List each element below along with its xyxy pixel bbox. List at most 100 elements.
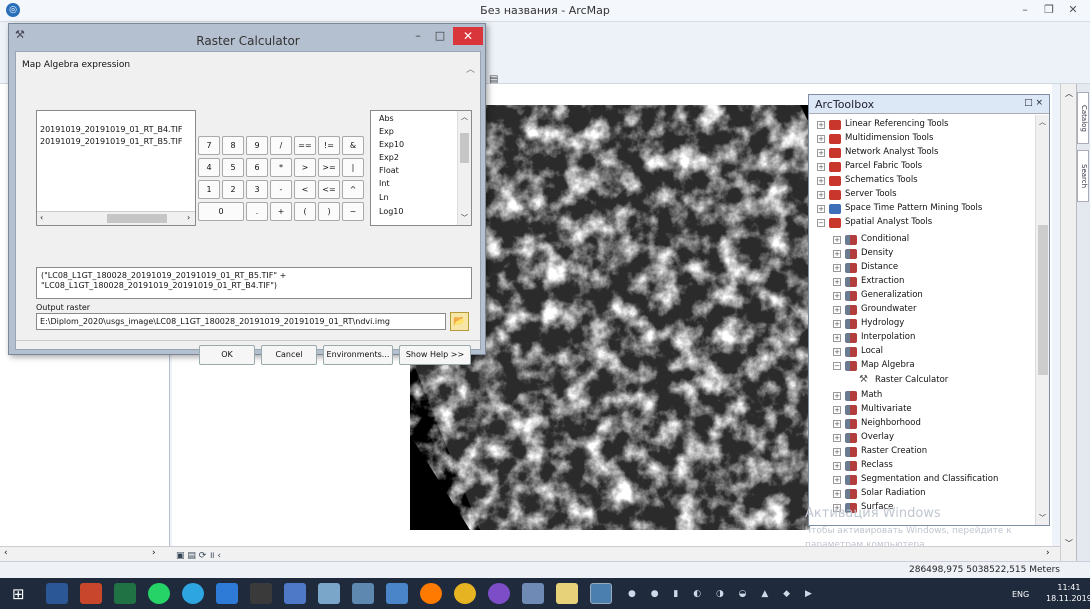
scroll-right-icon[interactable]: ›: [152, 548, 156, 558]
expand-icon[interactable]: +: [833, 448, 841, 456]
outlook-icon[interactable]: [216, 583, 238, 604]
system-tray-icons[interactable]: ● ● ▮ ◐ ◑ ◒ ▲ ◆ ▶: [628, 589, 818, 599]
toolset-item[interactable]: Density: [861, 248, 893, 258]
calc-button[interactable]: 8: [222, 136, 244, 155]
toolset-item[interactable]: Distance: [861, 262, 898, 272]
toolbox-item[interactable]: Linear Referencing Tools: [845, 119, 948, 129]
function-item[interactable]: Float: [379, 166, 399, 175]
toolset-item[interactable]: Conditional: [861, 234, 909, 244]
app-icon[interactable]: [352, 583, 374, 604]
calc-button[interactable]: .: [246, 202, 268, 221]
restore-icon[interactable]: ❐: [1038, 2, 1060, 18]
calc-button[interactable]: >=: [318, 158, 340, 177]
tool-item-raster-calculator[interactable]: Raster Calculator: [875, 375, 948, 385]
file-explorer-icon[interactable]: [556, 583, 578, 604]
expand-icon[interactable]: +: [833, 490, 841, 498]
map-vertical-scrollbar[interactable]: ︿ ﹀: [1060, 84, 1076, 561]
function-item[interactable]: Ln: [379, 193, 389, 202]
expand-icon[interactable]: +: [833, 434, 841, 442]
expand-icon[interactable]: +: [833, 320, 841, 328]
calc-button[interactable]: >: [294, 158, 316, 177]
toolset-item[interactable]: Local: [861, 346, 883, 356]
browse-folder-icon[interactable]: 📂: [450, 312, 469, 331]
layer-item[interactable]: 20191019_20191019_01_RT_B5.TIF: [40, 137, 182, 146]
calc-button[interactable]: &: [342, 136, 364, 155]
toolset-item[interactable]: Reclass: [861, 460, 893, 470]
toolset-item[interactable]: Raster Creation: [861, 446, 927, 456]
expand-icon[interactable]: +: [817, 135, 825, 143]
toolset-item[interactable]: Generalization: [861, 290, 923, 300]
calc-button[interactable]: 0: [198, 202, 244, 221]
expand-icon[interactable]: +: [833, 462, 841, 470]
toolset-item[interactable]: Groundwater: [861, 304, 916, 314]
toolset-item[interactable]: Segmentation and Classification: [861, 474, 998, 484]
scroll-up-icon[interactable]: ︿: [1065, 88, 1073, 99]
scroll-thumb[interactable]: [460, 133, 469, 163]
scroll-right-icon[interactable]: ›: [1046, 548, 1050, 558]
toolbox-item[interactable]: Server Tools: [845, 189, 897, 199]
function-item[interactable]: Exp2: [379, 153, 399, 162]
calc-button[interactable]: ): [318, 202, 340, 221]
cancel-button[interactable]: Cancel: [261, 345, 317, 365]
scroll-left-icon[interactable]: ‹: [40, 213, 43, 222]
toolset-item[interactable]: Interpolation: [861, 332, 915, 342]
expand-icon[interactable]: +: [833, 278, 841, 286]
calc-button[interactable]: (: [294, 202, 316, 221]
viber-icon[interactable]: [488, 583, 510, 604]
search-tab[interactable]: Search: [1077, 150, 1089, 202]
close-icon[interactable]: ✕: [1062, 2, 1084, 18]
arctoolbox-scrollbar[interactable]: ︿ ﹀: [1035, 115, 1049, 525]
arcmap-taskbar-icon[interactable]: [590, 583, 612, 604]
collapse-icon[interactable]: −: [833, 362, 841, 370]
calc-button[interactable]: 6: [246, 158, 268, 177]
scroll-down-icon[interactable]: ﹀: [1039, 513, 1046, 523]
output-raster-input[interactable]: E:\Diplom_2020\usgs_image\LC08_L1GT_1800…: [36, 313, 446, 330]
expand-icon[interactable]: +: [817, 149, 825, 157]
scroll-down-icon[interactable]: ﹀: [461, 213, 468, 223]
expand-icon[interactable]: +: [833, 392, 841, 400]
map-horizontal-scrollbar[interactable]: ‹ › ▣ ▤ ⟳ ॥ ‹ ›: [0, 546, 1060, 561]
calc-button[interactable]: !=: [318, 136, 340, 155]
app-icon[interactable]: [284, 583, 306, 604]
calc-button[interactable]: 2: [222, 180, 244, 199]
calc-button[interactable]: ==: [294, 136, 316, 155]
calc-button[interactable]: 4: [198, 158, 220, 177]
ok-button[interactable]: OK: [199, 345, 255, 365]
dialog-close-button[interactable]: ✕: [453, 27, 483, 45]
toolbox-item[interactable]: Parcel Fabric Tools: [845, 161, 922, 171]
expand-icon[interactable]: +: [833, 334, 841, 342]
toolbox-item[interactable]: Space Time Pattern Mining Tools: [845, 203, 982, 213]
scroll-up-icon[interactable]: ︿: [461, 112, 468, 122]
collapse-chevron-icon[interactable]: ︿: [466, 62, 475, 75]
dialog-minimize-icon[interactable]: –: [407, 27, 429, 45]
raster-calculator-dialog[interactable]: ⚒ Raster Calculator – □ ✕ Map Algebra ex…: [8, 23, 486, 365]
app-icon[interactable]: [522, 583, 544, 604]
minimize-icon[interactable]: –: [1014, 2, 1036, 18]
toolset-item[interactable]: Hydrology: [861, 318, 904, 328]
telegram-icon[interactable]: [182, 583, 204, 604]
calc-button[interactable]: 5: [222, 158, 244, 177]
calc-button[interactable]: 7: [198, 136, 220, 155]
chrome-icon[interactable]: [454, 583, 476, 604]
calc-button[interactable]: ^: [342, 180, 364, 199]
layers-horizontal-scrollbar[interactable]: ‹ ›: [37, 211, 195, 225]
function-item[interactable]: Log10: [379, 207, 403, 216]
expand-icon[interactable]: +: [833, 250, 841, 258]
expand-icon[interactable]: +: [833, 292, 841, 300]
functions-scrollbar[interactable]: ︿ ﹀: [457, 111, 471, 225]
calc-button[interactable]: /: [270, 136, 292, 155]
scroll-left-icon[interactable]: ‹: [4, 548, 8, 558]
scroll-up-icon[interactable]: ︿: [1039, 117, 1046, 127]
calc-button[interactable]: <=: [318, 180, 340, 199]
arctoolbox-panel[interactable]: ArcToolbox □ × + Linear Referencing Tool…: [808, 94, 1050, 526]
calc-button[interactable]: 9: [246, 136, 268, 155]
expand-icon[interactable]: +: [817, 121, 825, 129]
firefox-icon[interactable]: [420, 583, 442, 604]
excel-icon[interactable]: [114, 583, 136, 604]
calc-button[interactable]: -: [270, 180, 292, 199]
toolbox-item[interactable]: Network Analyst Tools: [845, 147, 938, 157]
toolbox-item[interactable]: Multidimension Tools: [845, 133, 933, 143]
dialog-maximize-icon[interactable]: □: [429, 27, 451, 45]
toolset-item[interactable]: Math: [861, 390, 882, 400]
toolset-item[interactable]: Map Algebra: [861, 360, 915, 370]
